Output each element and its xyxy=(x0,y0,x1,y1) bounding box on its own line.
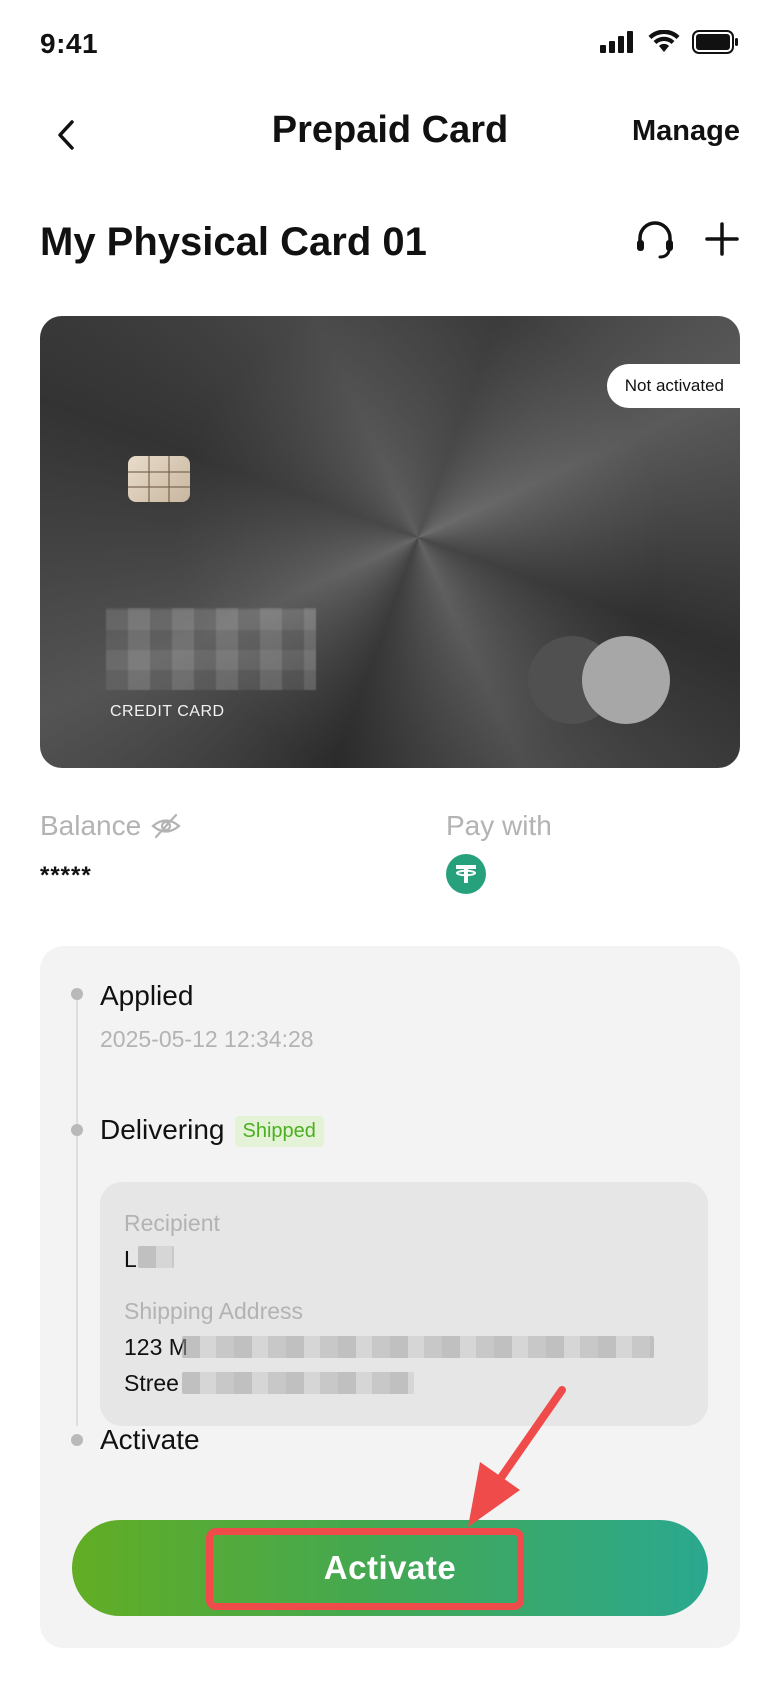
timeline-dot-activate xyxy=(71,1434,83,1446)
status-icons xyxy=(600,30,740,54)
header-actions xyxy=(634,218,740,260)
shipping-info-box: Recipient L Shipping Address 123 M Stree xyxy=(100,1182,708,1426)
manage-button[interactable]: Manage xyxy=(632,115,740,148)
cellular-signal-icon xyxy=(600,31,633,53)
activate-button-label: Activate xyxy=(323,1549,457,1586)
toggle-balance-visibility[interactable] xyxy=(151,813,181,839)
balance-label: Balance xyxy=(40,810,142,841)
plus-icon xyxy=(705,222,739,256)
status-bar: 9:41 xyxy=(0,0,780,90)
address-line-1: 123 M xyxy=(124,1334,188,1360)
wifi-icon xyxy=(648,30,680,52)
card-number-redacted xyxy=(106,608,316,690)
step-applied-date: 2025-05-12 12:34:28 xyxy=(100,1026,314,1052)
support-button[interactable] xyxy=(634,218,676,260)
card-status-badge: Not activated xyxy=(606,364,740,408)
step-applied-title: Applied xyxy=(100,980,194,1011)
timeline-line xyxy=(76,996,78,1426)
card-header: My Physical Card 01 xyxy=(40,212,740,272)
timeline-dot-delivering xyxy=(71,1124,83,1136)
card-type-label: CREDIT CARD xyxy=(110,703,225,720)
eye-off-icon xyxy=(151,813,181,839)
activate-button[interactable]: Activate xyxy=(72,1520,708,1616)
address-line-1-redacted xyxy=(182,1336,654,1358)
nav-bar: Prepaid Card Manage xyxy=(0,95,780,175)
card-progress-panel: Applied 2025-05-12 12:34:28 Delivering Sh… xyxy=(40,946,740,1648)
pay-with-column: Pay with xyxy=(446,810,552,894)
address-line-2-redacted xyxy=(182,1372,414,1394)
headset-icon xyxy=(637,221,673,259)
recipient-redacted xyxy=(138,1246,174,1268)
balance-column: Balance ***** xyxy=(40,810,181,890)
pay-with-label: Pay with xyxy=(446,810,552,841)
battery-icon xyxy=(692,30,738,54)
recipient-value: L xyxy=(124,1246,137,1272)
card-network-logo-right xyxy=(582,636,670,724)
shipping-address-label: Shipping Address xyxy=(124,1298,304,1324)
prepaid-card[interactable]: Not activated CREDIT CARD xyxy=(40,316,740,768)
balance-value: ***** xyxy=(40,862,92,889)
address-line-2: Stree xyxy=(124,1370,179,1396)
step-activate-title: Activate xyxy=(100,1424,200,1455)
balance-section: Balance ***** Pay with xyxy=(40,810,740,900)
shipped-badge: Shipped xyxy=(234,1116,324,1148)
tether-usdt-icon xyxy=(446,854,486,894)
step-delivering-title: Delivering xyxy=(100,1114,225,1145)
recipient-label: Recipient xyxy=(124,1210,220,1236)
status-time: 9:41 xyxy=(40,28,99,59)
card-chip-icon xyxy=(128,456,190,502)
balance-label-row: Balance xyxy=(40,810,181,842)
step-delivering-row: Delivering Shipped xyxy=(100,1114,324,1148)
add-card-button[interactable] xyxy=(704,221,740,257)
timeline-dot-applied xyxy=(71,988,83,1000)
